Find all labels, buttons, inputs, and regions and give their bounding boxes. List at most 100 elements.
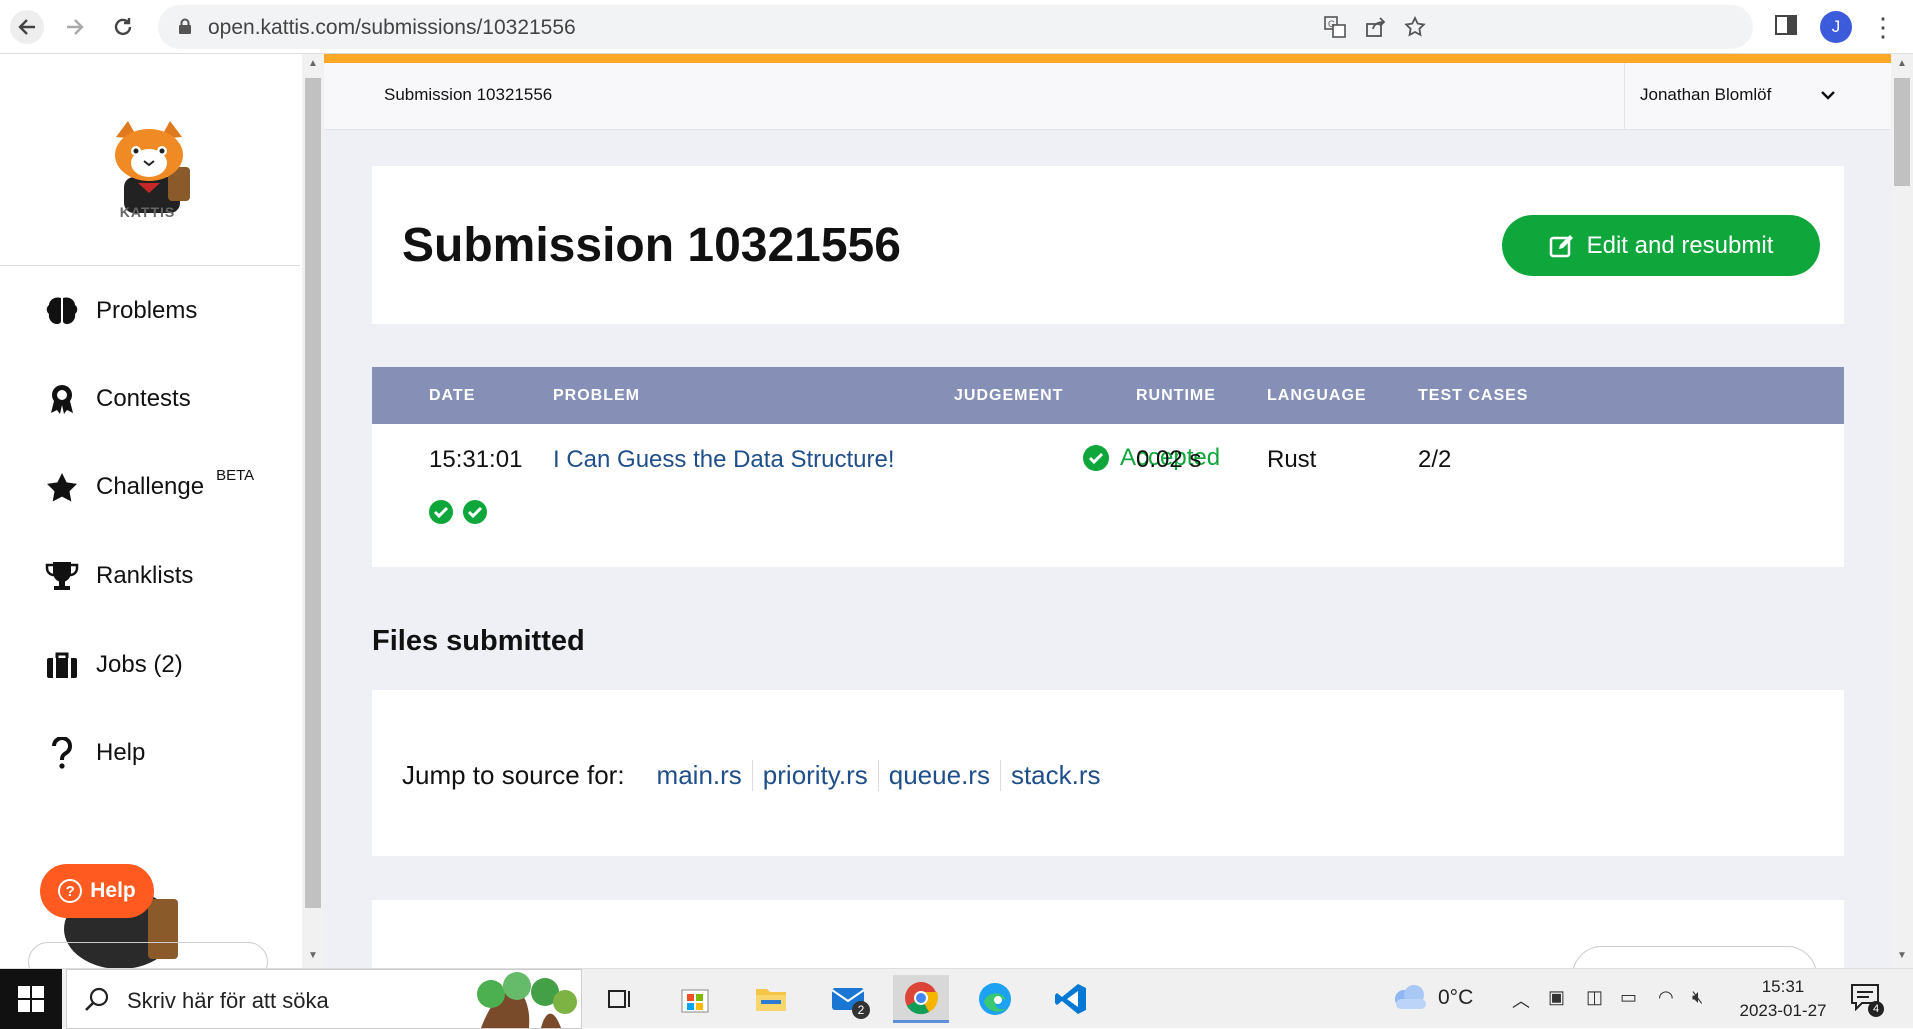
test-case-2-accepted-icon[interactable]	[462, 499, 488, 525]
forward-button[interactable]	[58, 10, 92, 44]
file-link-stack[interactable]: stack.rs	[999, 760, 1111, 791]
sidebar-scrollbar[interactable]: ▲ ▼	[302, 54, 324, 968]
check-circle-icon	[1083, 445, 1109, 471]
sidebar-item-label: Problems	[96, 297, 198, 324]
scroll-down-arrow-icon[interactable]: ▼	[1897, 950, 1907, 961]
bookmark-star-icon[interactable]	[1403, 15, 1427, 39]
side-panel-icon[interactable]	[1774, 13, 1798, 37]
top-bar: Submission 10321556 Jonathan Blomlöf	[324, 63, 1891, 130]
sidebar-item-label: Ranklists	[96, 562, 194, 589]
jump-label: Jump to source for:	[402, 760, 625, 790]
file-link-main[interactable]: main.rs	[647, 760, 752, 791]
share-icon[interactable]	[1364, 15, 1388, 39]
browser-menu-icon[interactable]: ⋮	[1870, 10, 1896, 44]
sidebar-item-label: Challenge	[96, 473, 205, 500]
tray-meet-icon[interactable]: ◫	[1586, 987, 1603, 1008]
notification-count: 4	[1868, 1001, 1884, 1017]
vscode-icon[interactable]	[1043, 975, 1099, 1023]
page-scrollbar[interactable]: ▲ ▼	[1891, 54, 1913, 968]
start-button[interactable]	[0, 969, 62, 1029]
sidebar-item-jobs[interactable]: Jobs (2)	[44, 643, 183, 687]
task-view-icon[interactable]	[592, 975, 648, 1023]
microsoft-store-icon[interactable]	[667, 975, 723, 1023]
user-separator	[1624, 63, 1625, 130]
address-bar[interactable]: open.kattis.com/submissions/10321556 G	[158, 5, 1753, 49]
sidebar-divider	[0, 265, 300, 266]
taskbar-search-placeholder: Skriv här för att söka	[127, 988, 329, 1013]
main-content: Submission 10321556 Jonathan Blomlöf Sub…	[324, 54, 1891, 968]
award-icon	[44, 383, 80, 415]
browser-toolbar: open.kattis.com/submissions/10321556 G J…	[0, 0, 1913, 54]
tray-chevron-up-icon[interactable]: ︿	[1512, 987, 1530, 1013]
scroll-up-arrow-icon[interactable]: ▲	[308, 58, 318, 69]
page-scrollbar-thumb[interactable]	[1894, 78, 1910, 186]
submission-table: DATE PROBLEM JUDGEMENT RUNTIME LANGUAGE …	[372, 367, 1844, 567]
search-icon	[85, 987, 109, 1011]
back-button[interactable]	[10, 10, 44, 44]
test-case-1-accepted-icon[interactable]	[428, 499, 454, 525]
tray-device-icon[interactable]: ▣	[1548, 987, 1565, 1008]
help-button-label: Help	[90, 879, 136, 902]
briefcase-icon	[44, 649, 80, 681]
column-header-date: DATE	[429, 387, 476, 404]
edit-and-resubmit-button[interactable]: Edit and resubmit	[1502, 215, 1820, 276]
question-icon	[44, 737, 80, 769]
column-header-problem: PROBLEM	[553, 387, 640, 404]
sidebar-item-help[interactable]: Help	[44, 731, 145, 775]
taskbar-search[interactable]: Skriv här för att söka	[66, 969, 582, 1029]
runtime-value: 0.02 s	[1136, 446, 1202, 473]
chrome-icon[interactable]	[893, 975, 949, 1023]
system-clock[interactable]: 15:31 2023-01-27	[1728, 975, 1838, 1023]
edge-icon[interactable]	[967, 975, 1023, 1023]
wifi-icon[interactable]: ◠	[1658, 987, 1674, 1008]
sidebar: KATTIS Problems Contests Challenge BETA …	[0, 54, 300, 982]
file-explorer-icon[interactable]	[743, 975, 799, 1023]
url-text[interactable]: open.kattis.com/submissions/10321556	[208, 16, 576, 40]
file-link-queue[interactable]: queue.rs	[877, 760, 1000, 791]
test-cases-value: 2/2	[1418, 446, 1452, 473]
mail-icon[interactable]: 2	[820, 975, 876, 1023]
chevron-down-icon[interactable]	[1818, 85, 1838, 105]
clock-time: 15:31	[1761, 977, 1805, 996]
sidebar-item-problems[interactable]: Problems	[44, 289, 197, 333]
submission-date: 15:31:01	[429, 446, 523, 473]
logo-text: KATTIS	[119, 204, 176, 220]
file-link-priority[interactable]: priority.rs	[751, 760, 878, 791]
edit-button-label: Edit and resubmit	[1586, 231, 1774, 259]
sidebar-item-label: Help	[96, 739, 146, 766]
download-button-peek[interactable]	[1572, 946, 1817, 968]
scroll-up-arrow-icon[interactable]: ▲	[1897, 58, 1907, 69]
help-circle-icon: ?	[58, 879, 83, 903]
sidebar-item-contests[interactable]: Contests	[44, 377, 191, 421]
floating-help-button[interactable]: ? Help	[40, 864, 154, 918]
weather-widget[interactable]: 0°C	[1390, 983, 1473, 1013]
translate-icon[interactable]: G	[1323, 15, 1347, 39]
volume-muted-icon[interactable]: 🔇︎	[1692, 987, 1703, 1008]
sidebar-item-ranklists[interactable]: Ranklists	[44, 554, 193, 598]
beta-badge: BETA	[216, 466, 255, 484]
battery-icon[interactable]: ▭	[1620, 987, 1637, 1008]
top-accent-bar	[324, 54, 1891, 63]
files-heading: Files submitted	[372, 625, 585, 657]
sidebar-item-challenge[interactable]: Challenge BETA	[44, 465, 254, 509]
problem-link[interactable]: I Can Guess the Data Structure!	[553, 446, 895, 474]
notification-center-icon[interactable]: 4	[1850, 983, 1884, 1017]
brain-icon	[44, 295, 80, 327]
column-header-runtime: RUNTIME	[1136, 387, 1216, 404]
breadcrumb: Submission 10321556	[384, 85, 553, 104]
windows-taskbar: Skriv här för att söka 2 0°C ︿ ▣ ◫ ▭ ◠ 🔇…	[0, 968, 1913, 1029]
sidebar-item-label: Contests	[96, 385, 191, 412]
cloud-icon	[1395, 985, 1426, 1009]
arrow-right-icon	[67, 19, 84, 35]
user-menu[interactable]: Jonathan Blomlöf	[1640, 85, 1771, 105]
files-card: Jump to source for: main.rs priority.rs …	[372, 690, 1844, 856]
clock-date: 2023-01-27	[1739, 1001, 1827, 1020]
column-header-judgement: JUDGEMENT	[954, 387, 1064, 404]
profile-avatar[interactable]: J	[1820, 11, 1852, 43]
reload-button[interactable]	[106, 10, 140, 44]
jump-to-source: Jump to source for: main.rs priority.rs …	[402, 760, 1111, 791]
scroll-down-arrow-icon[interactable]: ▼	[308, 950, 318, 961]
sidebar-scrollbar-thumb[interactable]	[305, 78, 321, 908]
source-card-peek	[372, 900, 1844, 968]
kattis-logo[interactable]	[98, 117, 198, 217]
